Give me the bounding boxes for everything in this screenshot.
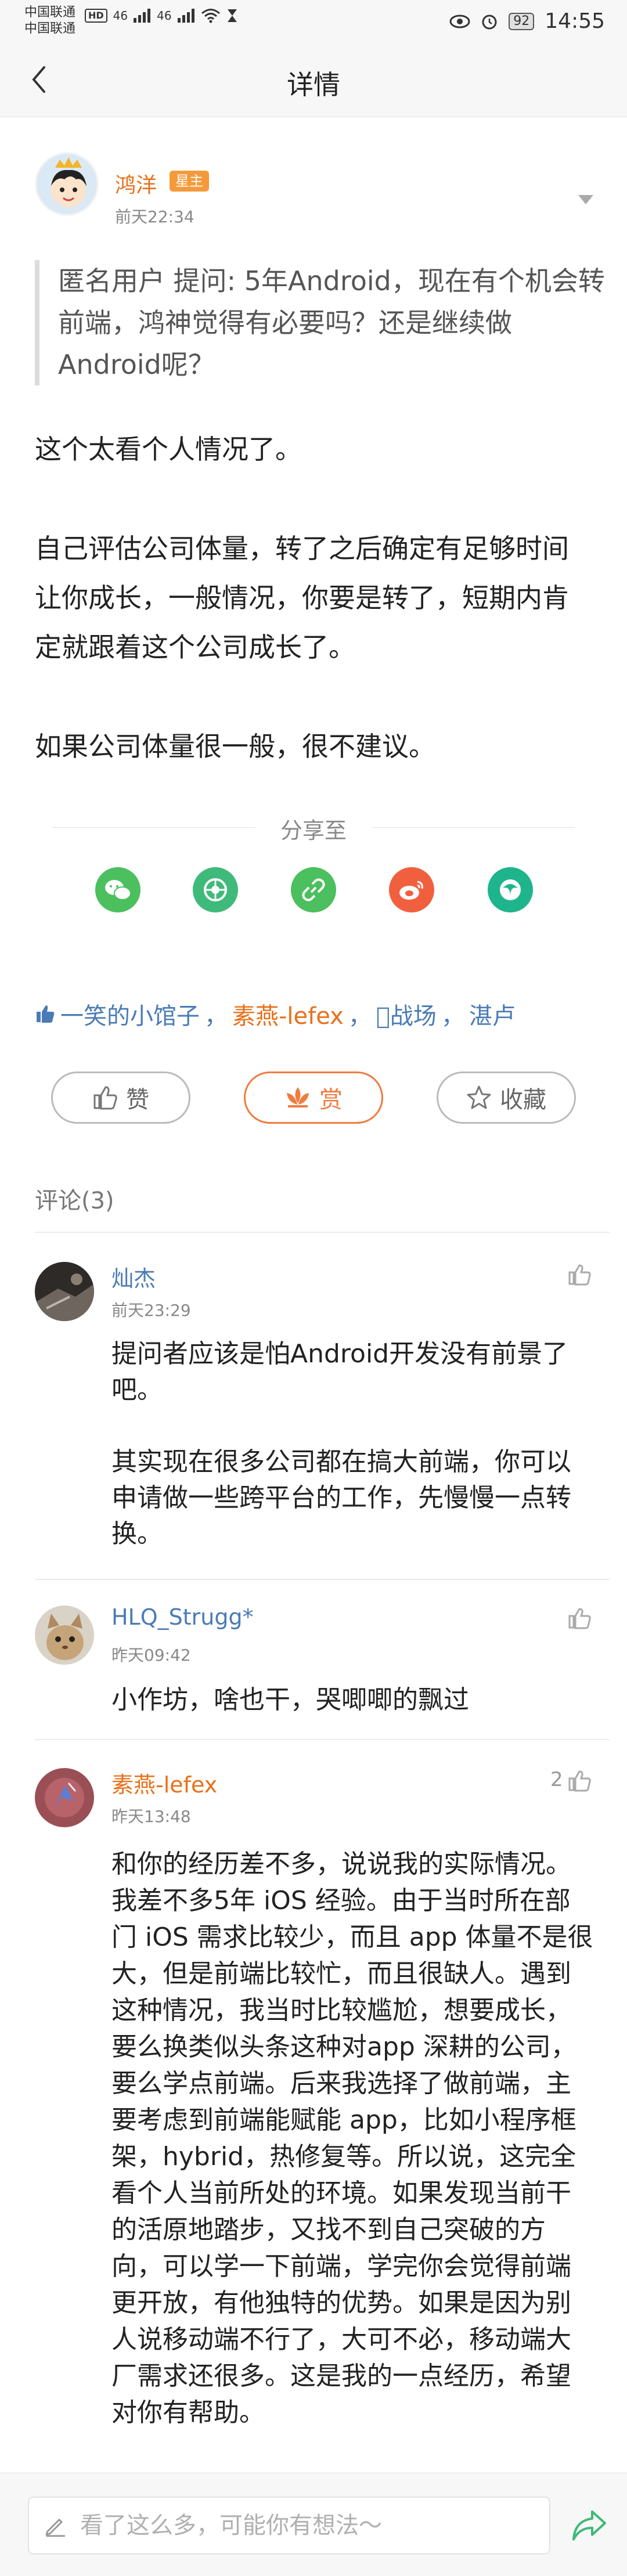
wechat-icon: [105, 880, 131, 900]
wifi-icon: [201, 9, 220, 23]
author-avatar[interactable]: [35, 152, 99, 216]
commenter-name[interactable]: HLQ_Strugg*: [111, 1604, 254, 1630]
comment-time: 前天23:29: [111, 1301, 191, 1320]
comment-paragraph: 小作坊，啥也干，哭唧唧的飘过: [111, 1685, 469, 1715]
carrier-2: 中国联通: [24, 21, 76, 36]
comment-paragraph: 和你的经历差不多，说说我的实际情况。我差不多5年 iOS 经验。由于当时所在部门…: [111, 1849, 593, 2427]
net-label-1: 46: [113, 9, 128, 23]
comments-header: 评论(3): [35, 1188, 114, 1214]
eye-icon: [449, 15, 470, 28]
comment-body: 和你的经历差不多，说说我的实际情况。我差不多5年 iOS 经验。由于当时所在部门…: [111, 1846, 593, 2431]
commenter-avatar[interactable]: [35, 1768, 94, 1827]
share-forward-icon[interactable]: [571, 2509, 607, 2542]
signal-icon: [134, 9, 151, 23]
commenter-name[interactable]: 素燕-lefex: [111, 1767, 217, 1799]
carrier-labels: 中国联通 中国联通: [24, 5, 75, 37]
link-share-button[interactable]: [291, 867, 336, 912]
link-icon: [302, 878, 325, 901]
like-button[interactable]: 赞: [51, 1071, 190, 1124]
answer-paragraph: 这个太看个人情况了。: [35, 434, 302, 465]
carrier-1: 中国联通: [24, 5, 76, 20]
qzone-share-button[interactable]: [488, 867, 533, 912]
moments-icon: [204, 878, 227, 901]
hd-badge: HD: [85, 9, 107, 23]
comment-input[interactable]: [80, 2512, 521, 2539]
comment-body: 小作坊，啥也干，哭唧唧的飘过: [111, 1682, 593, 1718]
commenter-avatar[interactable]: [35, 1606, 94, 1665]
comment-like-count: 2: [550, 1768, 563, 1791]
avatar-art: [35, 1262, 94, 1321]
thumb-up-icon: [93, 1086, 117, 1110]
liker-name[interactable]: 素燕-lefex: [232, 997, 344, 1031]
collect-button[interactable]: 收藏: [437, 1071, 576, 1124]
comment-like-icon[interactable]: [568, 1607, 593, 1630]
comment-paragraph: 提问者应该是怕Android开发没有前景了吧。: [111, 1339, 568, 1405]
status-right: 92 14:55: [449, 9, 605, 33]
hourglass-icon: [227, 9, 237, 22]
page-title: 详情: [287, 69, 340, 100]
answer-paragraph: 如果公司体量很一般，很不建议。: [35, 731, 435, 762]
reward-button[interactable]: 赏: [244, 1071, 383, 1124]
like-label: 赞: [126, 1087, 149, 1113]
asker-name: 匿名用户: [58, 265, 165, 297]
signal-icon-2: [177, 9, 194, 23]
liker-name[interactable]: 一笑的小馆子: [60, 997, 200, 1031]
alarm-icon: [482, 15, 497, 29]
avatar-art: [35, 1768, 94, 1827]
lotus-icon: [287, 1087, 309, 1107]
liker-name[interactable]: 湛卢: [469, 997, 516, 1031]
commenter-avatar[interactable]: [35, 1262, 94, 1321]
reward-label: 赏: [319, 1087, 343, 1113]
weibo-icon: [399, 881, 423, 900]
comment-like-icon[interactable]: [568, 1769, 593, 1792]
comment-time: 昨天09:42: [111, 1646, 191, 1665]
author-badge: 星主: [170, 171, 209, 192]
status-bar: 中国联通 中国联通 HD 46 46 92 14:55: [0, 0, 627, 42]
battery-level: 92: [509, 12, 535, 30]
comment-like-icon[interactable]: [568, 1263, 593, 1286]
comments-divider: [35, 1232, 610, 1233]
star-icon: [467, 1085, 491, 1109]
comment-divider: [35, 1579, 610, 1580]
answer-paragraph: 自己评估公司体量，转了之后确定有足够时间让你成长，一般情况，你要是转了，短期内肯…: [35, 533, 569, 663]
share-label: 分享至: [280, 818, 347, 843]
liker-list: 一笑的小馆子， 素燕-lefex，  战场， 湛卢: [35, 997, 516, 1031]
moments-share-button[interactable]: [193, 867, 238, 912]
chevron-down-icon[interactable]: [578, 195, 593, 204]
top-nav: 详情: [0, 42, 627, 117]
comment-time: 昨天13:48: [111, 1807, 191, 1826]
comment-divider: [35, 1739, 610, 1740]
author-avatar-art: [37, 154, 97, 214]
net-label-2: 46: [157, 9, 172, 23]
author-name[interactable]: 鸿洋: [115, 168, 157, 199]
comment-body: 提问者应该是怕Android开发没有前景了吧。 其实现在很多公司都在搞大前端，你…: [111, 1336, 593, 1552]
comment-input-box[interactable]: [28, 2496, 550, 2555]
answer-body: 这个太看个人情况了。 自己评估公司体量，转了之后确定有足够时间让你成长，一般情况…: [35, 425, 592, 821]
wechat-share-button[interactable]: [95, 867, 140, 912]
question-quote: 匿名用户 提问: 5年Android，现在有个机会转前端，鸿神觉得有必要吗？还是…: [35, 260, 610, 385]
weibo-share-button[interactable]: [389, 867, 434, 912]
bottom-comment-bar: [0, 2473, 627, 2576]
qzone-icon: [500, 879, 521, 900]
post-time: 前天22:34: [115, 207, 194, 226]
thumb-up-filled-icon: [37, 1005, 55, 1023]
pencil-icon: [45, 2519, 65, 2537]
network-indicators: HD 46 46: [85, 8, 238, 23]
liker-name[interactable]:  战场: [376, 997, 437, 1031]
commenter-name[interactable]: 灿杰: [111, 1261, 156, 1293]
status-time: 14:55: [545, 9, 605, 33]
collect-label: 收藏: [500, 1087, 546, 1113]
avatar-art: [35, 1606, 94, 1665]
comment-paragraph: 其实现在很多公司都在搞大前端，你可以申请做一些跨平台的工作，先慢慢一点转换。: [111, 1447, 571, 1549]
